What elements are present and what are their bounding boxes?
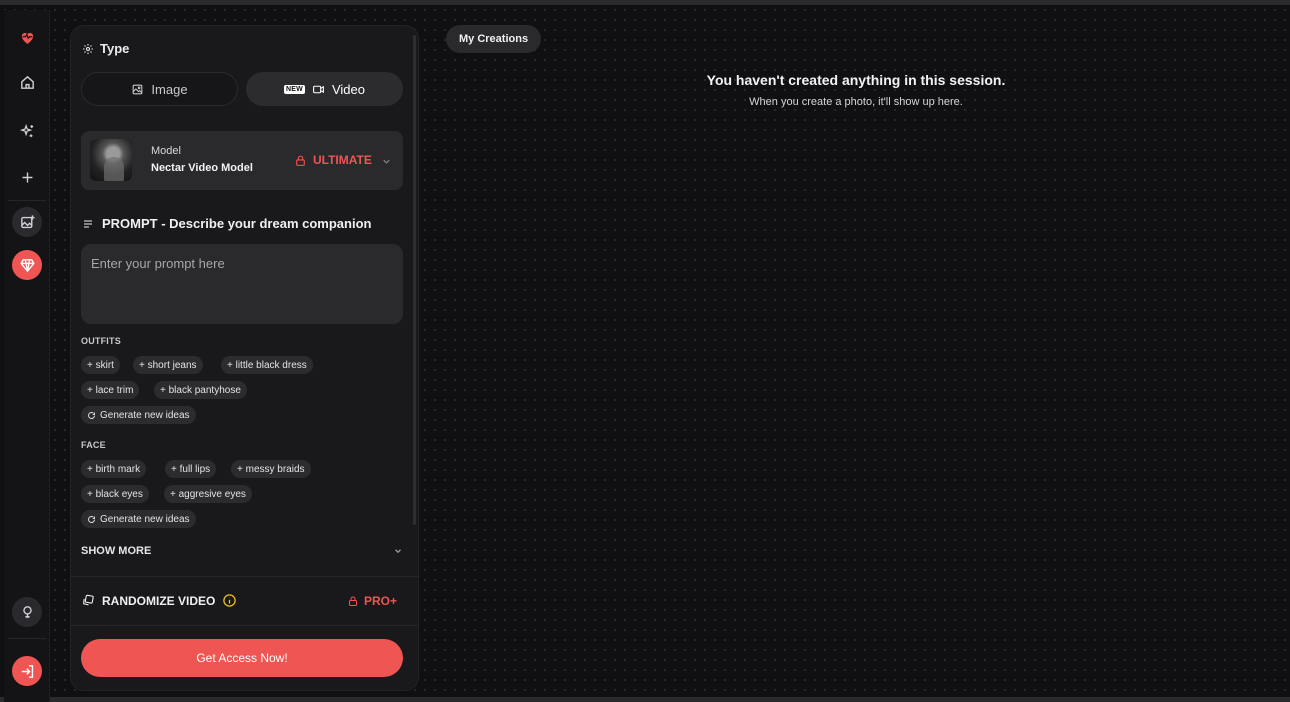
generate-ideas-button[interactable]: Generate new ideas — [81, 510, 196, 528]
randomize-tier: PRO+ — [364, 594, 398, 608]
generate-ideas-label: Generate new ideas — [100, 513, 190, 525]
image-icon — [133, 84, 143, 94]
show-more-label: SHOW MORE — [81, 545, 152, 557]
face-chip[interactable]: + birth mark — [81, 460, 147, 478]
refresh-icon — [88, 411, 95, 419]
model-thumbnail — [90, 139, 132, 181]
generate-ideas-button[interactable]: Generate new ideas — [81, 406, 196, 424]
chevron-down-icon — [381, 154, 392, 172]
type-option-image[interactable]: Image — [81, 72, 238, 106]
info-icon[interactable] — [222, 593, 237, 608]
plus-icon[interactable] — [12, 162, 42, 192]
randomize-label: RANDOMIZE VIDEO — [102, 593, 216, 608]
face-chip[interactable]: + full lips — [165, 460, 217, 478]
ultimate-badge: ULTIMATE — [294, 153, 372, 167]
outfit-chip[interactable]: + black pantyhose — [154, 381, 247, 399]
model-name: Nectar Video Model — [151, 162, 253, 174]
empty-state-subtitle: When you create a photo, it'll show up h… — [749, 96, 963, 108]
refresh-icon — [88, 515, 95, 523]
dice-icon — [83, 594, 94, 606]
prompt-input[interactable] — [81, 244, 403, 324]
outfit-chip[interactable]: + lace trim — [81, 381, 140, 399]
chevron-down-icon — [395, 549, 401, 554]
lock-icon — [296, 155, 305, 166]
get-access-button[interactable]: Get Access Now! — [81, 639, 403, 677]
lightbulb-icon[interactable] — [12, 597, 42, 627]
gear-icon — [83, 43, 93, 54]
panel-scrollbar[interactable] — [413, 35, 416, 525]
sparkles-icon[interactable] — [12, 116, 42, 146]
randomize-video-row[interactable]: RANDOMIZE VIDEO — [82, 593, 237, 608]
type-label: Type — [100, 41, 130, 56]
diamond-icon[interactable] — [12, 250, 42, 280]
outfit-chip[interactable]: + little black dress — [221, 356, 313, 374]
rail-divider — [8, 200, 46, 201]
generate-ideas-label: Generate new ideas — [100, 409, 190, 421]
face-label: FACE — [81, 440, 106, 450]
pro-plus-badge: PRO+ — [347, 594, 397, 608]
panel-divider — [70, 625, 419, 626]
rail-divider — [8, 638, 46, 639]
model-sub-label: Model — [151, 145, 181, 157]
outfit-chip[interactable]: + short jeans — [133, 356, 203, 374]
panel-divider — [70, 576, 419, 577]
sidebar-rail — [4, 10, 50, 702]
text-lines-icon — [84, 220, 92, 227]
prompt-heading: PROMPT - Describe your dream companion — [82, 216, 371, 231]
app-frame: Type Image NEW Video Model Nectar Video … — [0, 0, 1290, 702]
model-tier: ULTIMATE — [313, 153, 372, 167]
face-chip[interactable]: + aggresive eyes — [164, 485, 252, 503]
video-icon — [313, 85, 324, 93]
prompt-title: PROMPT - Describe your dream companion — [102, 216, 372, 231]
empty-state-title: You haven't created anything in this ses… — [706, 72, 1006, 88]
home-icon[interactable] — [12, 67, 42, 97]
image-add-icon[interactable] — [12, 207, 42, 237]
model-selector[interactable]: Model Nectar Video Model ULTIMATE — [81, 131, 403, 190]
outfits-label: OUTFITS — [81, 336, 121, 346]
my-creations-button[interactable]: My Creations — [446, 25, 542, 53]
outfit-chip[interactable]: + skirt — [81, 356, 120, 374]
type-option-video[interactable]: NEW Video — [246, 72, 403, 106]
lock-icon — [349, 596, 357, 606]
face-chip[interactable]: + messy braids — [231, 460, 311, 478]
type-option-image-label: Image — [151, 81, 188, 97]
face-chip[interactable]: + black eyes — [81, 485, 149, 503]
heart-pulse-icon[interactable] — [12, 22, 42, 52]
show-more-toggle[interactable]: SHOW MORE — [81, 545, 403, 557]
type-option-video-label: Video — [331, 81, 365, 97]
login-icon[interactable] — [12, 656, 42, 686]
new-badge: NEW — [284, 84, 305, 94]
type-heading: Type — [82, 41, 129, 56]
